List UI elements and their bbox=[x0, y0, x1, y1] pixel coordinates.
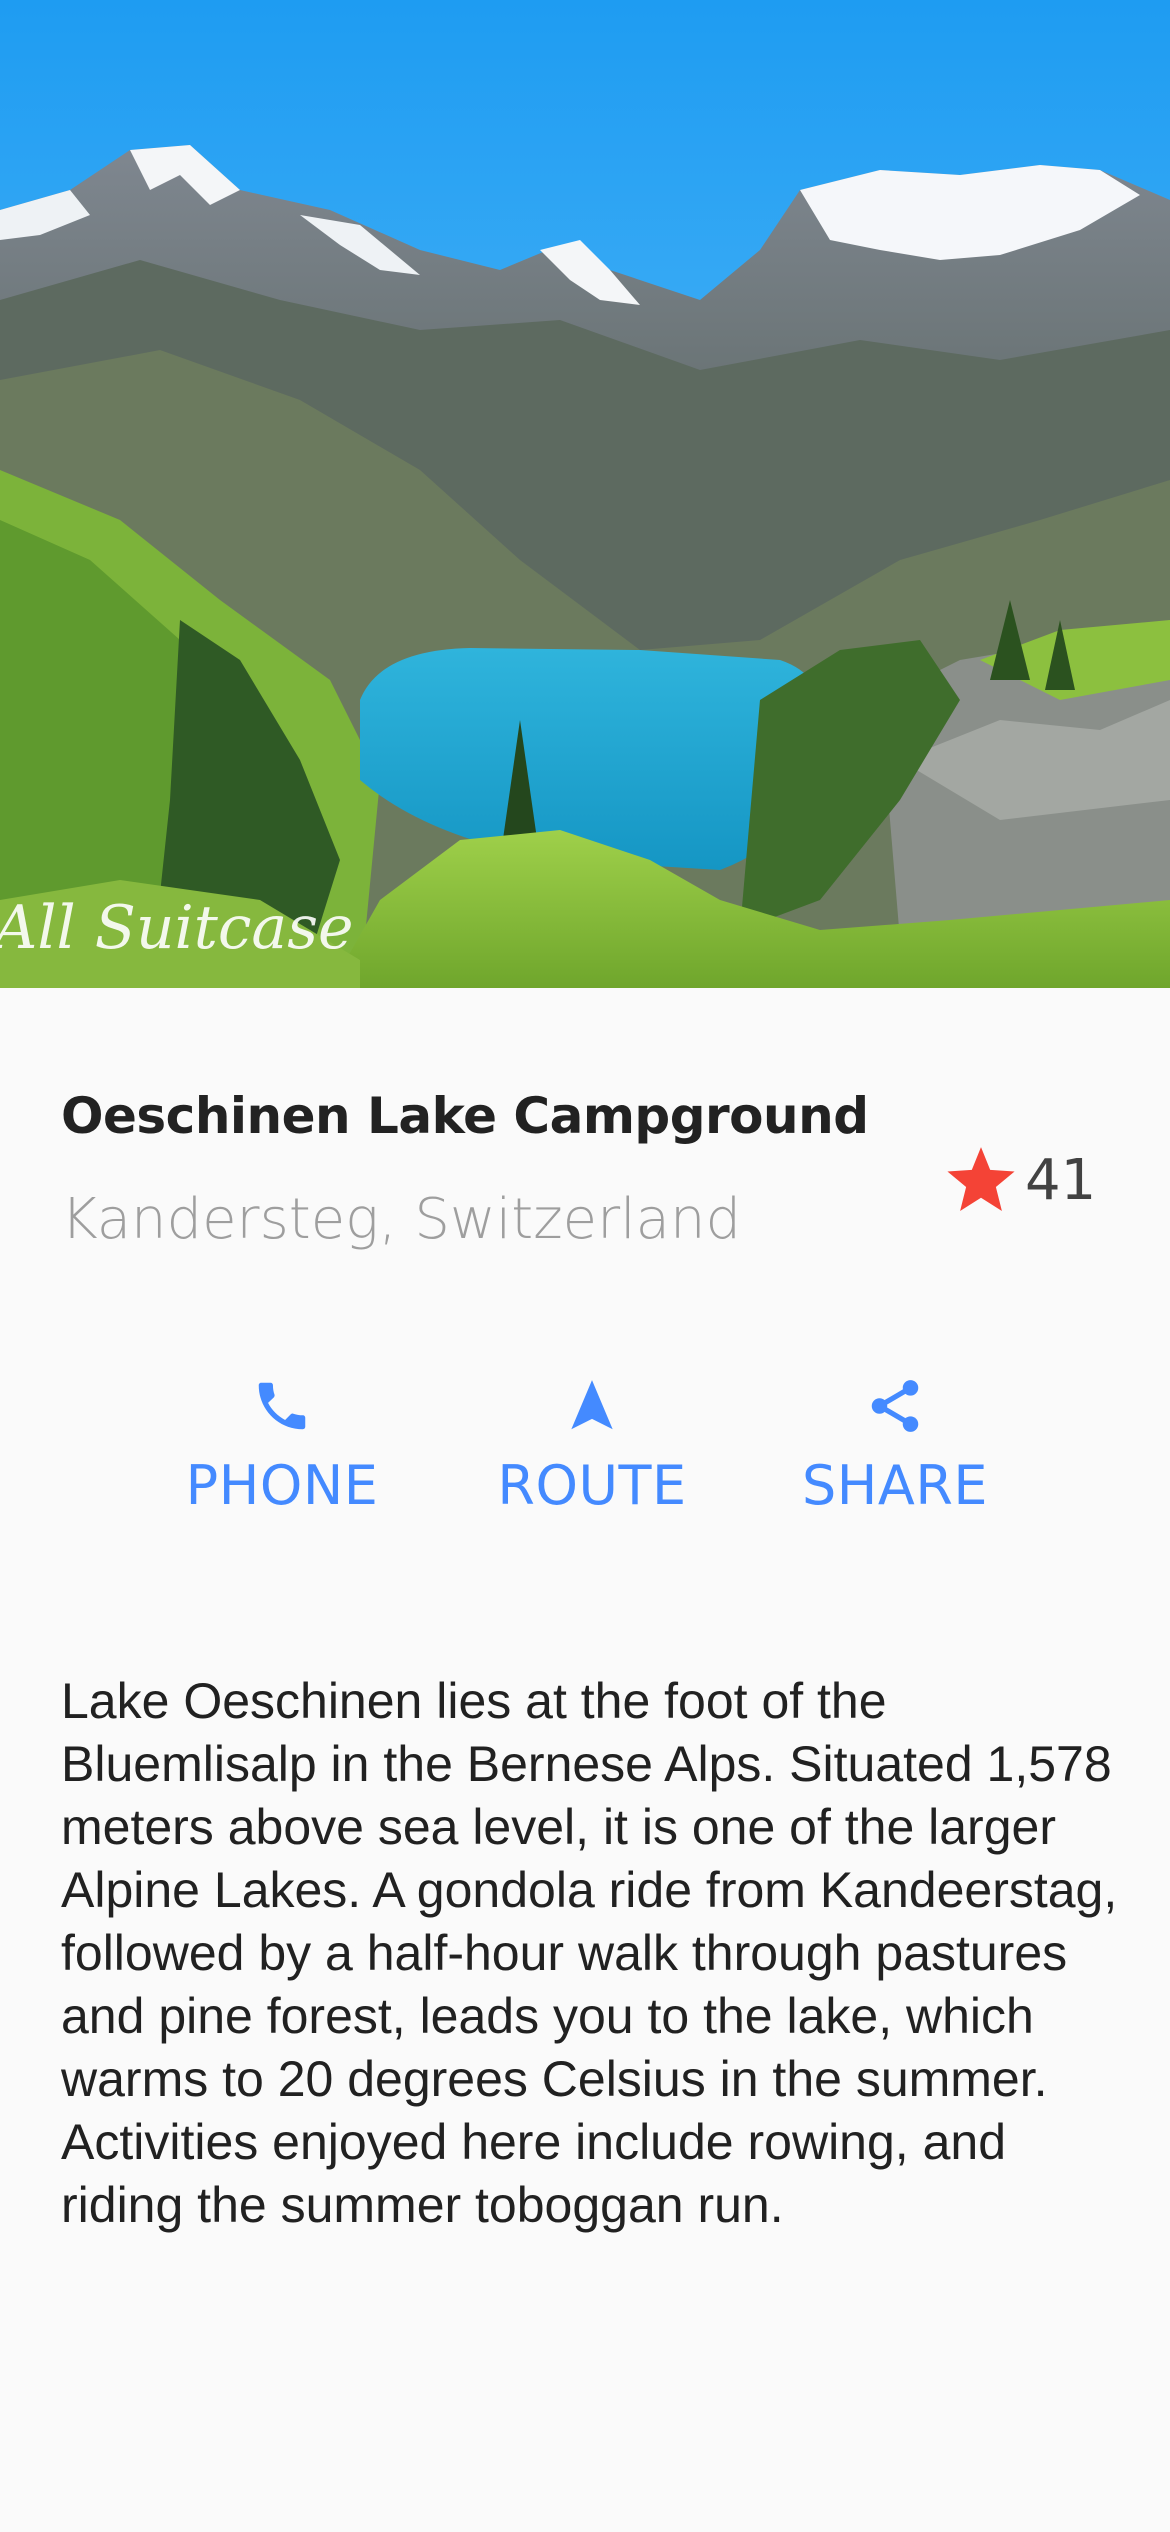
share-label: SHARE bbox=[802, 1454, 988, 1517]
share-icon bbox=[864, 1370, 926, 1442]
description-text: Lake Oeschinen lies at the foot of the B… bbox=[61, 1673, 1118, 2233]
title-section: Oeschinen Lake Campground Kandersteg, Sw… bbox=[61, 1075, 1109, 1275]
star-icon[interactable] bbox=[943, 1142, 1019, 1218]
place-location: Kandersteg, Switzerland bbox=[61, 1187, 742, 1252]
lake-mountain-photo: All Suitcase bbox=[0, 0, 1170, 988]
watermark-text: All Suitcase bbox=[0, 893, 354, 963]
phone-button[interactable]: PHONE bbox=[152, 1370, 412, 1530]
place-name: Oeschinen Lake Campground bbox=[61, 1087, 869, 1145]
route-label: ROUTE bbox=[497, 1454, 687, 1517]
route-button[interactable]: ROUTE bbox=[462, 1370, 722, 1530]
phone-icon bbox=[251, 1370, 313, 1442]
button-row: PHONE ROUTE SHARE bbox=[0, 1370, 1170, 1530]
navigation-icon bbox=[561, 1370, 623, 1442]
phone-label: PHONE bbox=[185, 1454, 379, 1517]
favorite-button[interactable]: 41 bbox=[943, 1135, 1096, 1225]
share-button[interactable]: SHARE bbox=[765, 1370, 1025, 1530]
app-screen: All Suitcase Oeschinen Lake Campground K… bbox=[0, 0, 1170, 2532]
favorite-count: 41 bbox=[1025, 1147, 1097, 1213]
